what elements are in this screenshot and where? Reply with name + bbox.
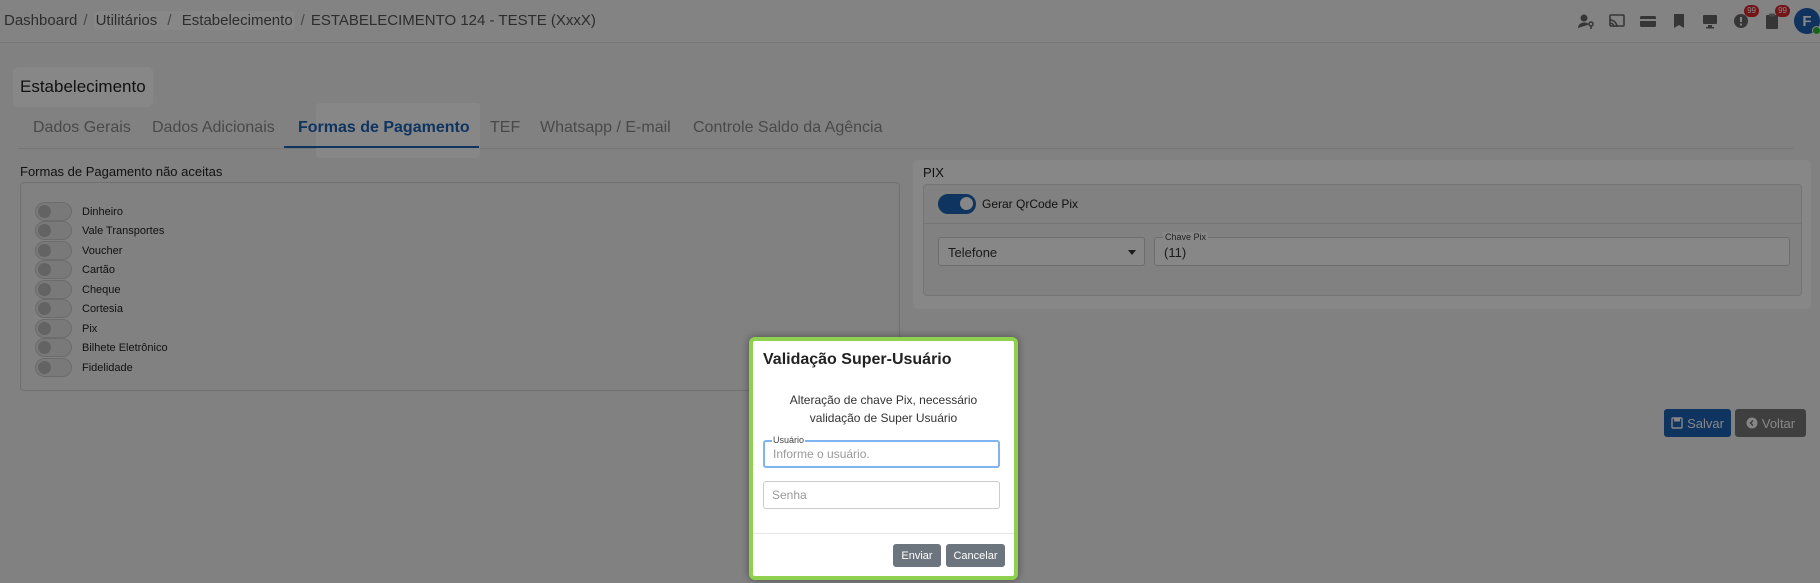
- modal-message-line: Alteração de chave Pix, necessário: [789, 393, 978, 407]
- username-label: Usuário: [772, 435, 806, 445]
- password-placeholder: Senha: [772, 488, 807, 502]
- username-placeholder: Informe o usuário.: [773, 447, 870, 461]
- submit-button[interactable]: Enviar: [893, 544, 941, 567]
- modal-title: Validação Super-Usuário: [763, 351, 952, 368]
- super-user-validation-modal: Validação Super-Usuário Alteração de cha…: [749, 337, 1018, 580]
- password-field[interactable]: Senha: [763, 481, 1000, 509]
- username-field[interactable]: Usuário Informe o usuário.: [763, 435, 1000, 468]
- modal-message-line: validação de Super Usuário: [809, 411, 958, 425]
- cancel-button[interactable]: Cancelar: [946, 544, 1005, 567]
- modal-footer-divider: [753, 533, 1014, 534]
- modal-message: Alteração de chave Pix, necessário valid…: [753, 391, 1014, 427]
